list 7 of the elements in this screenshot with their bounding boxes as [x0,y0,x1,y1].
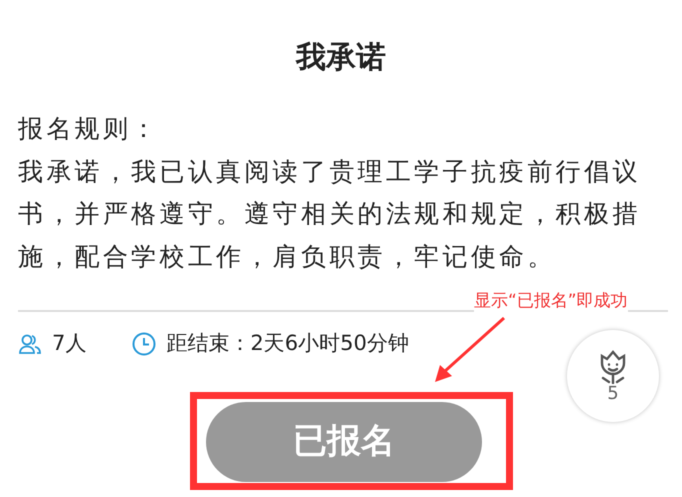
page-title: 我承诺 [294,39,387,77]
participant-count: 7人 [52,330,86,357]
like-button[interactable]: 5 [567,330,659,422]
countdown-text: 距结束：2天6小时50分钟 [166,330,409,357]
rules-text: 我承诺，我已认真阅读了贵理工学子抗疫前行倡议书，并严格遵守。遵守相关的法规和规定，积极措施，配合学校工作，肩负职责，牢记使命。 [18,156,642,272]
rules-label: 报名规则： [18,113,160,145]
annotation-text: 显示“已报名”即成功 [474,289,628,314]
